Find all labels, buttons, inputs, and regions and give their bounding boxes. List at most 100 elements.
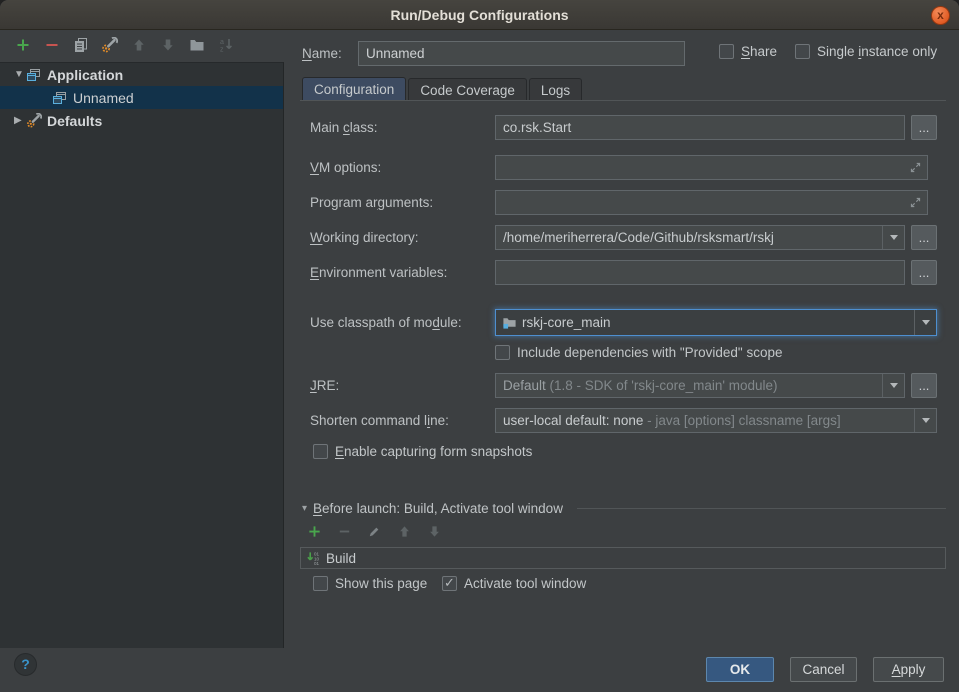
sort-configurations-button[interactable]: az	[217, 39, 234, 56]
show-this-page-checkbox[interactable]: Show this page	[313, 576, 427, 591]
remove-icon	[337, 524, 352, 544]
jre-combo[interactable]: Default (1.8 - SDK of 'rskj-core_main' m…	[495, 373, 905, 398]
ok-label: OK	[730, 662, 750, 677]
arrow-up-icon	[131, 37, 147, 58]
arrow-up-icon	[397, 524, 412, 544]
main-class-value: co.rsk.Start	[496, 120, 904, 135]
working-directory-browse-button[interactable]: ...	[911, 225, 937, 250]
before-launch-move-up-button[interactable]	[396, 525, 413, 542]
share-label: Share	[741, 44, 777, 59]
copy-configuration-button[interactable]	[72, 39, 89, 56]
configurations-toolbar: az	[14, 39, 234, 56]
module-classpath-value: rskj-core_main	[517, 315, 914, 330]
before-launch-move-down-button[interactable]	[426, 525, 443, 542]
tab-code-coverage[interactable]: Code Coverage	[408, 78, 527, 101]
name-value: Unnamed	[366, 46, 425, 61]
jre-label: JRE:	[310, 378, 339, 393]
checkbox-box[interactable]	[313, 576, 328, 591]
checkbox-box[interactable]	[795, 44, 810, 59]
configurations-tree: ▼ Application Unnamed ▶ Defaults	[0, 62, 284, 648]
sort-az-icon: az	[218, 37, 234, 58]
add-configuration-button[interactable]	[14, 39, 31, 56]
title-bar[interactable]: Run/Debug Configurations x	[0, 0, 959, 30]
name-label: Name:	[302, 46, 342, 61]
tree-item-label: Defaults	[47, 113, 102, 129]
chevron-right-icon[interactable]: ▶	[14, 115, 26, 126]
move-up-button[interactable]	[130, 39, 147, 56]
working-directory-value: /home/meriherrera/Code/Github/rsksmart/r…	[496, 230, 882, 245]
tab-bar: Configuration Code Coverage Logs	[302, 77, 582, 101]
environment-variables-label: Environment variables:	[310, 265, 447, 280]
close-window-button[interactable]: x	[931, 6, 950, 25]
working-directory-dropdown-button[interactable]	[882, 226, 904, 249]
expand-field-icon[interactable]	[909, 161, 922, 174]
capture-snapshots-label: Enable capturing form snapshots	[335, 444, 532, 459]
checkbox-box[interactable]	[495, 345, 510, 360]
move-down-button[interactable]	[159, 39, 176, 56]
name-input[interactable]: Unnamed	[358, 41, 685, 66]
tree-item-defaults[interactable]: ▶ Defaults	[0, 109, 283, 132]
before-launch-task-build[interactable]: 011001 Build	[300, 547, 946, 569]
activate-tool-window-checkbox[interactable]: Activate tool window	[442, 576, 586, 591]
ellipsis-icon: ...	[919, 233, 930, 243]
add-icon	[15, 37, 31, 58]
module-classpath-combo[interactable]: rskj-core_main	[495, 309, 937, 336]
working-directory-label: Working directory:	[310, 230, 419, 245]
shorten-command-line-combo[interactable]: user-local default: none - java [options…	[495, 408, 937, 433]
ellipsis-icon: ...	[919, 268, 930, 278]
apply-button[interactable]: Apply	[873, 657, 944, 682]
program-arguments-label: Program arguments:	[310, 195, 433, 210]
ok-button[interactable]: OK	[706, 657, 774, 682]
module-classpath-dropdown-button[interactable]	[914, 310, 936, 335]
tab-logs[interactable]: Logs	[529, 78, 582, 101]
before-launch-edit-button[interactable]	[366, 525, 383, 542]
tree-item-label: Unnamed	[73, 90, 134, 106]
shorten-dropdown-button[interactable]	[914, 409, 936, 432]
tree-item-unnamed[interactable]: Unnamed	[0, 86, 283, 109]
tree-item-label: Application	[47, 67, 123, 83]
chevron-down-icon	[890, 383, 898, 388]
checkbox-box[interactable]	[719, 44, 734, 59]
before-launch-toolbar	[306, 525, 443, 542]
main-class-browse-button[interactable]: ...	[911, 115, 937, 140]
before-launch-label: Before launch: Build, Activate tool wind…	[313, 501, 563, 516]
provided-scope-checkbox[interactable]: Include dependencies with "Provided" sco…	[495, 345, 783, 360]
working-directory-combo[interactable]: /home/meriherrera/Code/Github/rsksmart/r…	[495, 225, 905, 250]
main-class-input[interactable]: co.rsk.Start	[495, 115, 905, 140]
module-classpath-label: Use classpath of module:	[310, 315, 462, 330]
expand-field-icon[interactable]	[909, 196, 922, 209]
jre-dropdown-button[interactable]	[882, 374, 904, 397]
tree-item-application[interactable]: ▼ Application	[0, 63, 283, 86]
chevron-down-icon[interactable]: ▼	[14, 69, 26, 80]
vm-options-input[interactable]	[495, 155, 928, 180]
chevron-down-icon[interactable]: ▾	[302, 503, 307, 514]
capture-snapshots-checkbox[interactable]: Enable capturing form snapshots	[313, 444, 532, 459]
jre-value: Default (1.8 - SDK of 'rskj-core_main' m…	[496, 378, 882, 393]
folder-icon	[189, 37, 205, 58]
new-folder-button[interactable]	[188, 39, 205, 56]
environment-variables-input[interactable]	[495, 260, 905, 285]
cancel-button[interactable]: Cancel	[790, 657, 857, 682]
checkbox-box[interactable]	[313, 444, 328, 459]
environment-variables-browse-button[interactable]: ...	[911, 260, 937, 285]
svg-text:01: 01	[314, 561, 320, 566]
before-launch-section-header[interactable]: ▾ Before launch: Build, Activate tool wi…	[302, 501, 946, 516]
single-instance-checkbox[interactable]: Single instance only	[795, 44, 937, 59]
question-mark-icon: ?	[21, 656, 30, 672]
application-icon	[26, 67, 42, 83]
before-launch-add-button[interactable]	[306, 525, 323, 542]
edit-defaults-button[interactable]	[101, 39, 118, 56]
help-button[interactable]: ?	[14, 653, 37, 676]
remove-configuration-button[interactable]	[43, 39, 60, 56]
build-icon: 011001	[306, 551, 321, 566]
program-arguments-input[interactable]	[495, 190, 928, 215]
jre-browse-button[interactable]: ...	[911, 373, 937, 398]
svg-text:z: z	[220, 47, 224, 54]
activate-tool-window-label: Activate tool window	[464, 576, 586, 591]
chevron-down-icon	[922, 320, 930, 325]
tab-configuration[interactable]: Configuration	[302, 77, 406, 101]
before-launch-remove-button[interactable]	[336, 525, 353, 542]
checkbox-box[interactable]	[442, 576, 457, 591]
single-instance-label: Single instance only	[817, 44, 937, 59]
share-checkbox[interactable]: Share	[719, 44, 777, 59]
